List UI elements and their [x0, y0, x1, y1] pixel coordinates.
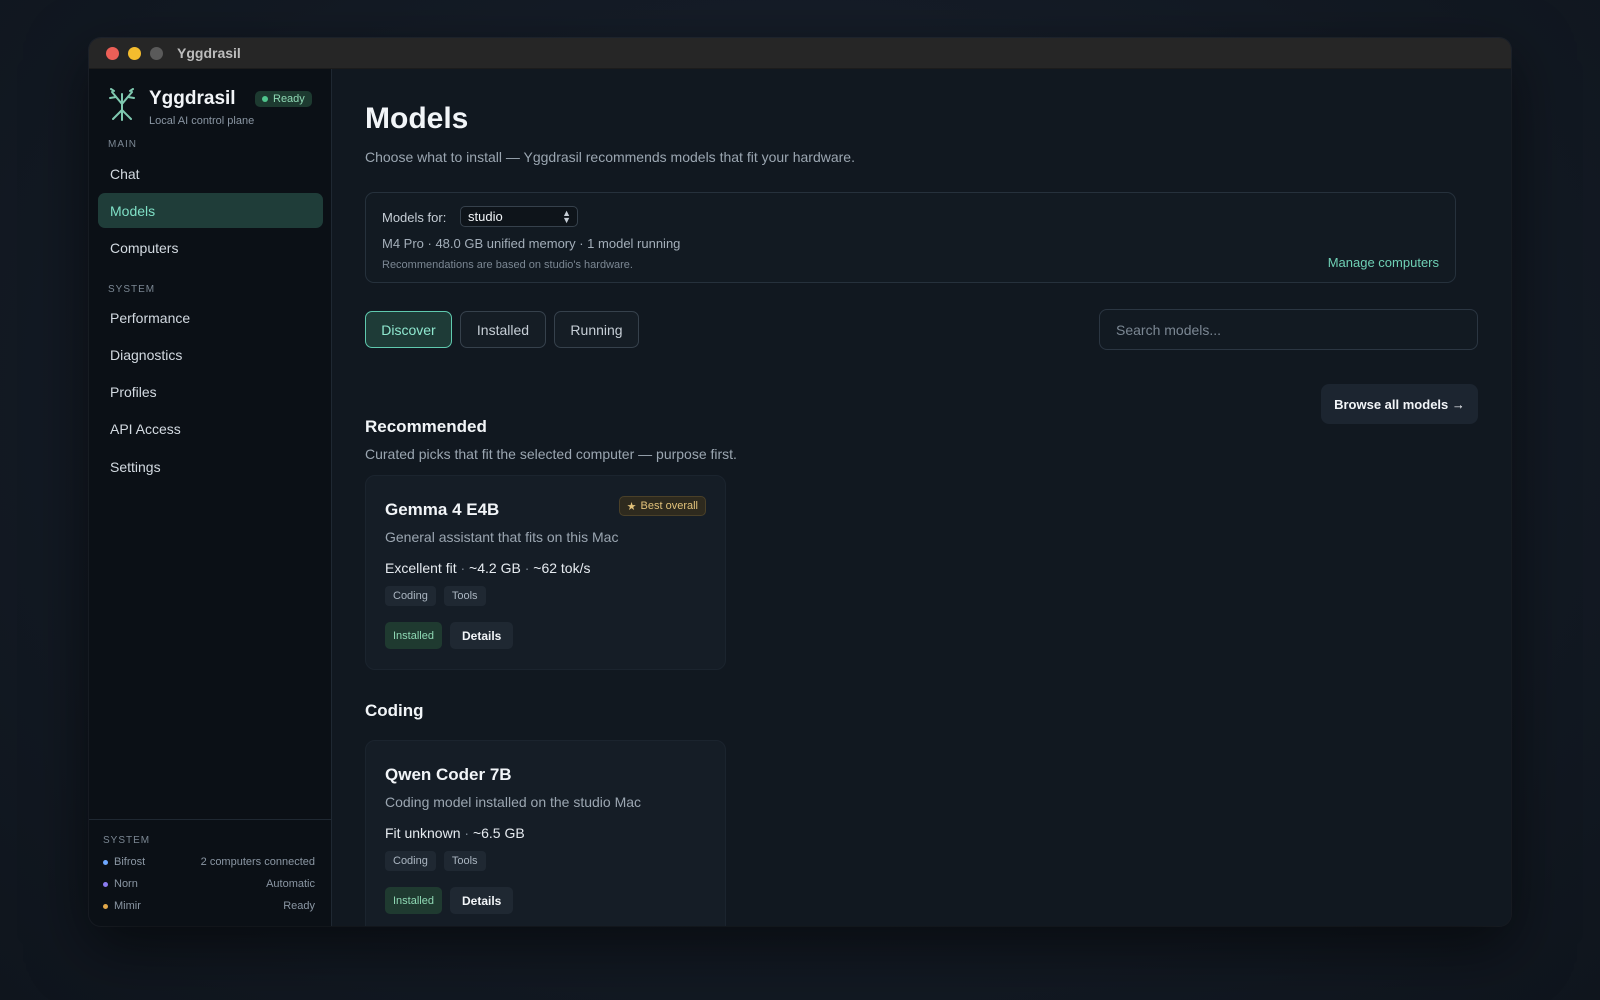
- fit-label: Excellent fit: [385, 560, 457, 576]
- sidebar-item-label: Settings: [110, 458, 161, 475]
- installed-status-badge: Installed: [385, 887, 442, 914]
- nav-section-main: MAIN: [108, 139, 137, 150]
- system-status-title: SYSTEM: [103, 835, 151, 846]
- brand-subtitle: Local AI control plane: [149, 115, 255, 127]
- browse-all-models-button[interactable]: Browse all models →: [1321, 384, 1478, 424]
- ready-status-badge: Ready: [255, 91, 312, 107]
- model-tags: Coding Tools: [385, 586, 486, 606]
- sidebar-item-label: Diagnostics: [110, 346, 183, 363]
- status-dot-icon: [262, 96, 268, 102]
- model-description: General assistant that fits on this Mac: [385, 529, 619, 545]
- page-subtitle: Choose what to install — Yggdrasil recom…: [365, 149, 855, 165]
- manage-computers-link[interactable]: Manage computers: [1328, 255, 1439, 270]
- brand: Yggdrasil Ready Local AI control plane: [107, 88, 327, 132]
- tag-tools: Tools: [443, 851, 486, 871]
- recommended-subtitle: Curated picks that fit the selected comp…: [365, 446, 737, 462]
- sidebar-item-computers[interactable]: Computers: [98, 230, 323, 265]
- tab-running[interactable]: Running: [554, 311, 639, 348]
- status-row-bifrost: Bifrost 2 computers connected: [103, 855, 315, 869]
- status-value: Ready: [283, 900, 315, 912]
- status-dot-icon: [103, 881, 108, 887]
- sidebar-item-performance[interactable]: Performance: [98, 300, 323, 335]
- status-name: Mimir: [114, 900, 141, 912]
- coding-heading: Coding: [365, 701, 424, 720]
- window-title: Yggdrasil: [177, 45, 241, 61]
- model-card-qwen-coder[interactable]: Qwen Coder 7B Coding model installed on …: [365, 740, 726, 926]
- models-for-label: Models for:: [382, 210, 447, 225]
- status-value: 2 computers connected: [200, 856, 315, 868]
- computer-select-value: studio: [468, 209, 503, 224]
- fit-label: Fit unknown: [385, 825, 461, 841]
- best-overall-badge: ★ Best overall: [618, 496, 706, 516]
- sidebar-item-settings[interactable]: Settings: [98, 449, 323, 484]
- model-fit-summary: Excellent fit · ~4.2 GB · ~62 tok/s: [385, 560, 591, 576]
- main-content: Models Choose what to install — Yggdrasi…: [333, 69, 1511, 926]
- close-window-button[interactable]: [106, 46, 119, 60]
- model-name: Gemma 4 E4B: [385, 500, 500, 519]
- search-models-input[interactable]: Search models...: [1099, 309, 1478, 350]
- sidebar-item-models[interactable]: Models: [98, 193, 323, 228]
- model-description: Coding model installed on the studio Mac: [385, 794, 642, 810]
- model-size: ~4.2 GB: [469, 560, 521, 576]
- model-speed: ~62 tok/s: [533, 560, 591, 576]
- brand-name: Yggdrasil: [149, 88, 236, 109]
- status-dot-icon: [103, 859, 108, 865]
- recommendation-note: Recommendations are based on studio's ha…: [382, 259, 633, 271]
- status-row-mimir: Mimir Ready: [103, 899, 315, 913]
- badge-label: Best overall: [640, 500, 698, 512]
- hardware-specs: M4 Pro · 48.0 GB unified memory · 1 mode…: [382, 236, 681, 251]
- status-dot-icon: [103, 903, 108, 909]
- sidebar-item-diagnostics[interactable]: Diagnostics: [98, 337, 323, 372]
- minimize-window-button[interactable]: [128, 46, 141, 60]
- model-fit-summary: Fit unknown · ~6.5 GB: [385, 825, 525, 841]
- sidebar-item-api-access[interactable]: API Access: [98, 411, 323, 446]
- sidebar-item-label: Chat: [110, 165, 140, 182]
- model-actions: Installed Details: [385, 622, 514, 649]
- sidebar-item-label: API Access: [110, 420, 181, 437]
- computer-select[interactable]: studio ▲ ▼: [460, 206, 578, 227]
- recommended-heading: Recommended: [365, 417, 487, 436]
- model-tags: Coding Tools: [385, 851, 486, 871]
- title-bar: Yggdrasil: [89, 38, 1511, 69]
- app-window: Yggdrasil Yggdrasil Ready Local AI contr…: [89, 38, 1511, 926]
- status-row-norn: Norn Automatic: [103, 877, 315, 891]
- tag-tools: Tools: [443, 586, 486, 606]
- details-button[interactable]: Details: [449, 622, 514, 649]
- model-size: ~6.5 GB: [472, 825, 525, 841]
- tag-coding: Coding: [385, 851, 436, 871]
- star-icon: ★: [626, 500, 637, 513]
- status-name: Bifrost: [114, 856, 146, 868]
- model-actions: Installed Details: [385, 887, 514, 914]
- tag-coding: Coding: [385, 586, 436, 606]
- tab-discover[interactable]: Discover: [365, 311, 452, 348]
- yggdrasil-tree-logo-icon: [109, 88, 135, 121]
- ready-status-label: Ready: [273, 93, 305, 105]
- select-chevron-icon: ▲ ▼: [562, 208, 571, 225]
- sidebar-item-profiles[interactable]: Profiles: [98, 374, 323, 409]
- tab-installed[interactable]: Installed: [460, 311, 546, 348]
- details-button[interactable]: Details: [449, 887, 514, 914]
- sidebar-item-label: Models: [110, 202, 156, 219]
- installed-status-badge: Installed: [385, 622, 442, 649]
- zoom-window-button[interactable]: [150, 46, 163, 60]
- sidebar-item-chat[interactable]: Chat: [98, 156, 323, 191]
- model-card-gemma[interactable]: Gemma 4 E4B ★ Best overall General assis…: [365, 475, 726, 670]
- hardware-selector-card: Models for: studio ▲ ▼ M4 Pro · 48.0 GB u…: [365, 192, 1456, 283]
- status-name: Norn: [114, 878, 138, 890]
- sidebar: Yggdrasil Ready Local AI control plane M…: [89, 69, 332, 926]
- sidebar-item-label: Profiles: [110, 383, 157, 400]
- model-name: Qwen Coder 7B: [385, 765, 512, 784]
- sidebar-item-label: Computers: [110, 239, 179, 256]
- page-title: Models: [365, 102, 469, 135]
- status-value: Automatic: [266, 878, 315, 890]
- sidebar-item-label: Performance: [110, 309, 191, 326]
- nav-section-system: SYSTEM: [108, 284, 156, 295]
- system-status-panel: SYSTEM Bifrost 2 computers connected Nor…: [89, 819, 331, 926]
